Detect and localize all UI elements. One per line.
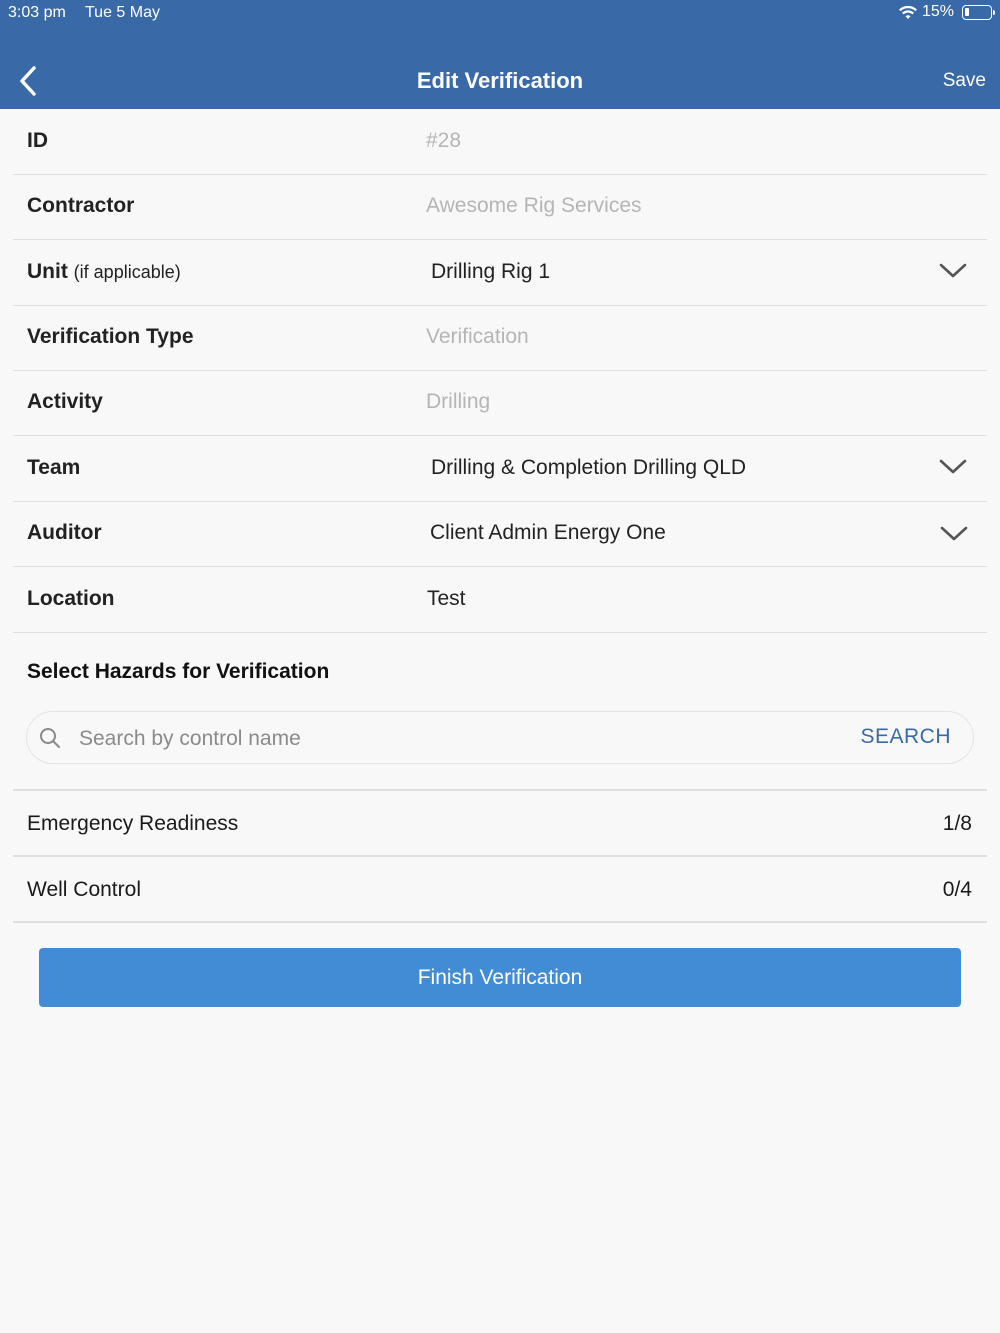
- search-bar: SEARCH: [26, 711, 974, 764]
- header: 3:03 pm Tue 5 May 15% Edit Verification …: [0, 0, 1000, 109]
- form-row-activity: Activity Drilling: [13, 370, 987, 436]
- form-row-verification-type: Verification Type Verification: [13, 305, 987, 371]
- finish-verification-button[interactable]: Finish Verification: [39, 948, 961, 1007]
- hazard-item-emergency-readiness[interactable]: Emergency Readiness 1/8: [13, 791, 987, 857]
- status-bar: 3:03 pm Tue 5 May 15%: [0, 0, 1000, 28]
- form-row-id: ID #28: [13, 109, 987, 175]
- status-date: Tue 5 May: [85, 4, 160, 21]
- unit-label-text: Unit: [27, 260, 68, 283]
- location-value[interactable]: Test: [427, 587, 466, 611]
- id-label: ID: [27, 129, 48, 152]
- unit-label-note: (if applicable): [73, 262, 181, 282]
- verification-type-value: Verification: [426, 325, 529, 348]
- team-value: Drilling & Completion Drilling QLD: [431, 456, 747, 479]
- hazard-item-well-control[interactable]: Well Control 0/4: [13, 857, 987, 923]
- chevron-down-icon[interactable]: [939, 262, 967, 280]
- form-row-contractor: Contractor Awesome Rig Services: [13, 174, 987, 240]
- team-dropdown[interactable]: Team Drilling & Completion Drilling QLD: [13, 436, 987, 502]
- auditor-dropdown[interactable]: Auditor Client Admin Energy One: [13, 501, 987, 567]
- id-value: #28: [426, 129, 462, 152]
- hazard-name: Well Control: [27, 878, 141, 901]
- search-icon: [40, 728, 60, 748]
- status-right: 15%: [898, 3, 995, 21]
- page-title: Edit Verification: [416, 68, 584, 93]
- hazards-section-title: Select Hazards for Verification: [27, 660, 330, 683]
- contractor-label: Contractor: [27, 194, 135, 217]
- search-input[interactable]: [79, 720, 839, 758]
- activity-label: Activity: [27, 390, 103, 413]
- status-time: 3:03 pm: [8, 4, 66, 21]
- chevron-down-icon[interactable]: [940, 525, 968, 543]
- search-button[interactable]: SEARCH: [860, 725, 951, 749]
- auditor-value: Client Admin Energy One: [430, 521, 666, 544]
- unit-label: Unit (if applicable): [27, 260, 181, 284]
- location-field[interactable]: Location Test: [13, 567, 987, 633]
- battery-percent: 15%: [921, 3, 954, 20]
- unit-dropdown[interactable]: Unit (if applicable) Drilling Rig 1: [13, 240, 987, 306]
- chevron-down-icon[interactable]: [939, 458, 967, 476]
- hazard-name: Emergency Readiness: [27, 812, 239, 835]
- location-label: Location: [27, 587, 115, 610]
- battery-icon: [962, 4, 995, 20]
- auditor-label: Auditor: [27, 521, 102, 544]
- hazard-count: 0/4: [942, 878, 972, 901]
- hazard-count: 1/8: [942, 812, 972, 835]
- verification-type-label: Verification Type: [27, 325, 194, 348]
- nav-bar: Edit Verification Save: [0, 50, 1000, 110]
- unit-value: Drilling Rig 1: [431, 260, 551, 283]
- activity-value: Drilling: [426, 390, 491, 413]
- team-label: Team: [27, 456, 81, 479]
- save-button[interactable]: Save: [943, 70, 986, 92]
- contractor-value: Awesome Rig Services: [426, 194, 642, 217]
- wifi-icon: [898, 5, 917, 19]
